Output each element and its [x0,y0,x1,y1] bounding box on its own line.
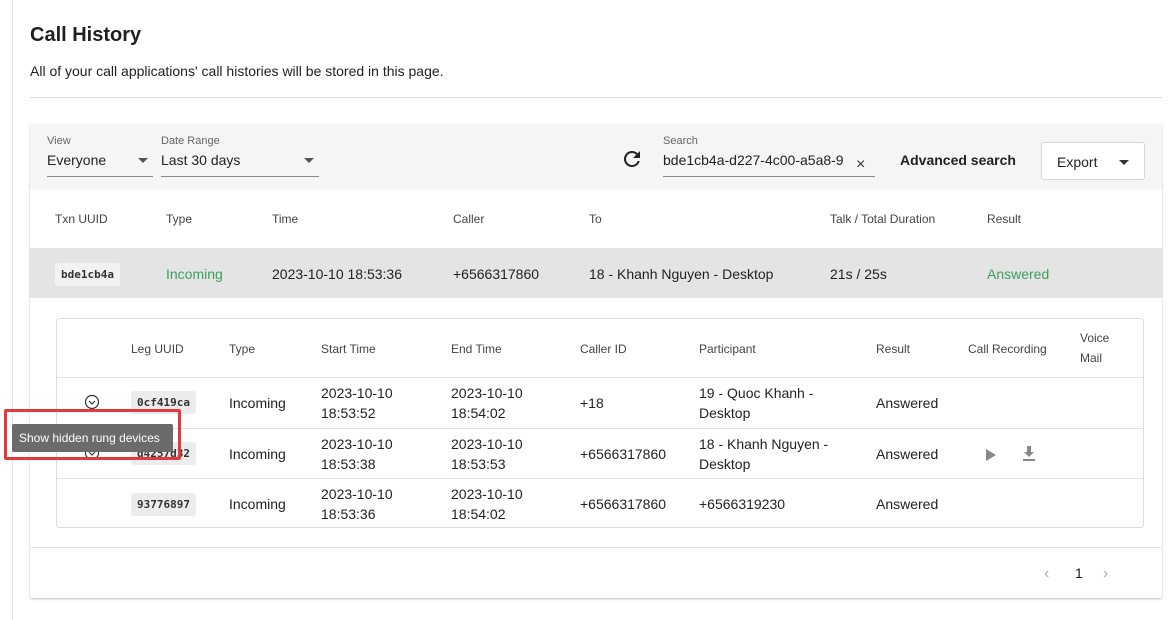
page-title: Call History [30,24,142,46]
leg-uuid-chip[interactable]: 93776897 [131,493,196,516]
leg-start-date: 2023-10-10 [321,436,393,452]
chevron-circle-down-icon[interactable] [84,394,100,410]
leg-end-date: 2023-10-10 [451,385,523,401]
leg-participant-line2: Desktop [699,405,751,421]
leg-header-participant: Participant [699,342,756,356]
view-underline [47,176,153,177]
leg-type: Incoming [229,446,286,462]
header-result[interactable]: Result [987,212,1021,226]
leg-start-time: 18:53:38 [321,456,376,472]
leg-participant-line2: Desktop [699,456,751,472]
leg-participant-line1: 18 - Khanh Nguyen - [699,436,829,452]
date-range-underline [161,176,319,177]
export-button[interactable]: Export [1041,142,1145,180]
leg-header-voicemail-2: Mail [1080,351,1103,365]
page-subtitle: All of your call applications' call hist… [30,63,444,79]
pagination-next-button[interactable]: › [1103,565,1108,583]
play-icon[interactable] [986,449,996,461]
leg-end-date: 2023-10-10 [451,436,523,452]
search-input[interactable]: bde1cb4a-d227-4c00-a5a8-9 [663,152,853,168]
row-type: Incoming [166,266,223,282]
row-duration: 21s / 25s [830,266,887,282]
row-time: 2023-10-10 18:53:36 [272,266,402,282]
call-history-page: Call History All of your call applicatio… [0,0,1174,620]
advanced-search-button[interactable]: Advanced search [900,152,1016,168]
leg-participant-line1: +6566319230 [699,496,786,512]
left-divider [12,0,13,620]
leg-result: Answered [876,395,939,411]
date-range-label: Date Range [161,135,220,147]
leg-header-end: End Time [451,342,502,356]
highlight-box [4,409,181,460]
leg-start-date: 2023-10-10 [321,385,393,401]
view-select[interactable]: View Everyone [47,124,153,184]
leg-row-divider [57,428,1143,429]
row-result: Answered [987,266,1050,282]
leg-type: Incoming [229,395,286,411]
leg-type: Incoming [229,496,286,512]
leg-header-divider [57,377,1143,378]
date-range-select[interactable]: Date Range Last 30 days [161,124,319,184]
txn-uuid-chip[interactable]: bde1cb4a [55,263,120,286]
header-to[interactable]: To [589,212,602,226]
leg-row-divider [57,478,1143,479]
leg-caller-id: +6566317860 [580,496,667,512]
leg-end-time: 18:54:02 [451,405,506,421]
header-type[interactable]: Type [166,212,192,226]
leg-caller-id: +18 [580,395,604,411]
leg-caller-id: +6566317860 [580,446,667,462]
leg-end-date: 2023-10-10 [451,486,523,502]
title-divider [30,97,1162,98]
leg-end-time: 18:53:53 [451,456,506,472]
leg-start-time: 18:53:52 [321,405,376,421]
export-caret-icon [1119,160,1129,165]
leg-header-recording: Call Recording [968,342,1047,356]
header-duration[interactable]: Talk / Total Duration [830,212,935,226]
search-label: Search [663,135,698,147]
call-history-card: View Everyone Date Range Last 30 days Se… [30,124,1162,598]
refresh-icon[interactable] [620,147,644,171]
leg-start-date: 2023-10-10 [321,486,393,502]
header-txn-uuid[interactable]: Txn UUID [55,212,108,226]
leg-header-start: Start Time [321,342,376,356]
search-underline [663,176,875,177]
export-label: Export [1057,154,1098,170]
search-field[interactable]: Search bde1cb4a-d227-4c00-a5a8-9 [663,124,875,184]
view-caret-icon [138,158,148,163]
download-icon[interactable] [1021,445,1037,463]
header-time[interactable]: Time [272,212,298,226]
clear-search-icon[interactable]: × [856,157,865,173]
row-to: 18 - Khanh Nguyen - Desktop [589,266,774,282]
view-label: View [47,135,71,147]
filter-bar: View Everyone Date Range Last 30 days Se… [30,124,1162,190]
header-caller[interactable]: Caller [453,212,484,226]
date-range-caret-icon [304,158,314,163]
leg-participant-line1: 19 - Quoc Khanh - [699,385,814,401]
pagination-page-1[interactable]: 1 [1075,565,1083,581]
leg-result: Answered [876,496,939,512]
row-caller: +6566317860 [453,266,540,282]
leg-result: Answered [876,446,939,462]
leg-end-time: 18:54:02 [451,506,506,522]
leg-header-caller-id: Caller ID [580,342,627,356]
leg-start-time: 18:53:36 [321,506,376,522]
leg-header-type: Type [229,342,256,356]
legs-table: Leg UUID Type Start Time End Time Caller… [56,318,1144,528]
date-range-value: Last 30 days [161,152,241,168]
leg-header-voicemail-1: Voice [1080,331,1110,345]
leg-header-result: Result [876,342,911,356]
leg-header-uuid: Leg UUID [131,342,184,356]
pagination-prev-button[interactable]: ‹ [1044,565,1049,583]
view-value: Everyone [47,152,107,168]
footer-divider [30,547,1162,548]
